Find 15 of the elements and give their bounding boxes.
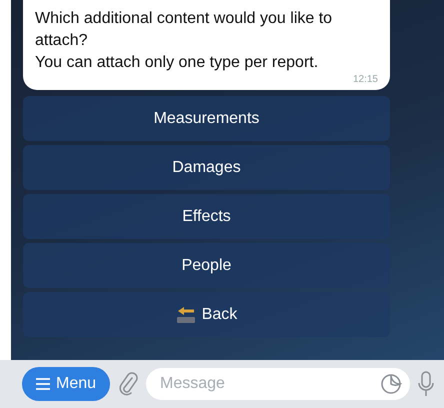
keyboard-button[interactable]: Damages xyxy=(23,145,390,190)
message-field[interactable]: Message xyxy=(146,368,410,400)
menu-button[interactable]: Menu xyxy=(22,367,110,401)
sticker-icon[interactable] xyxy=(380,373,402,395)
keyboard-button[interactable]: Effects xyxy=(23,194,390,239)
message-text: You can attach only one type per report. xyxy=(35,53,320,73)
keyboard-button[interactable]: People xyxy=(23,243,390,288)
microphone-icon[interactable] xyxy=(418,371,434,397)
keyboard-button[interactable]: Measurements xyxy=(23,96,390,141)
menu-icon xyxy=(36,378,50,390)
paperclip-icon[interactable] xyxy=(118,372,138,396)
message-time: 12:15 xyxy=(352,74,378,86)
back-arrow-icon xyxy=(176,306,196,324)
message-text: Which additional content would you like to attach? xyxy=(35,9,334,51)
keyboard-button[interactable]: Back xyxy=(23,292,390,337)
